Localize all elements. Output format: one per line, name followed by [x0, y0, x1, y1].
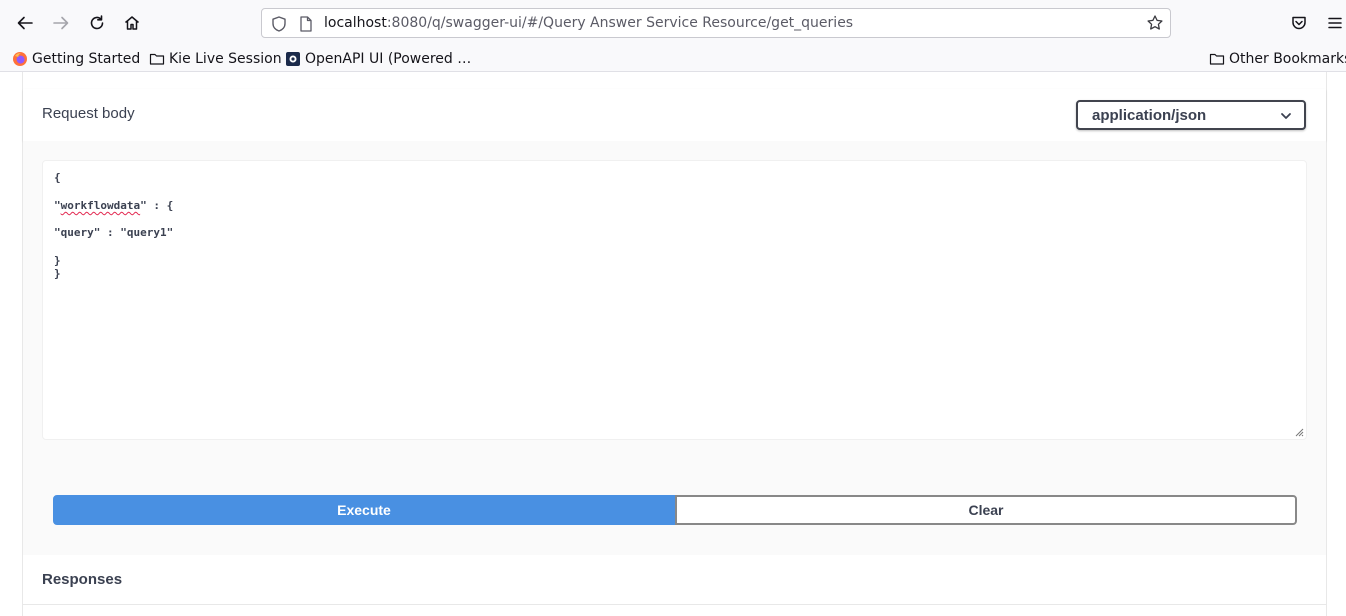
- code-line: }: [54, 254, 61, 267]
- folder-icon: [149, 51, 165, 67]
- code-line: "query" : "query1": [54, 226, 174, 239]
- code-line: {: [54, 171, 61, 184]
- spellcheck-word: workflowdata: [60, 199, 141, 212]
- reload-button[interactable]: [83, 9, 111, 37]
- folder-icon: [1209, 51, 1225, 67]
- browser-toolbar: localhost:8080/q/swagger-ui/#/Query Answ…: [0, 0, 1346, 45]
- hamburger-icon: [1328, 17, 1342, 29]
- content-type-select[interactable]: application/json: [1076, 100, 1306, 130]
- firefox-icon: [12, 51, 28, 67]
- arrow-right-icon: [53, 16, 69, 30]
- other-bookmarks-label: Other Bookmarks: [1229, 51, 1346, 67]
- shield-icon[interactable]: [270, 15, 288, 33]
- openapi-icon: [285, 51, 301, 67]
- code-line: "workflowdata" : {: [54, 199, 174, 212]
- bookmark-label: OpenAPI UI (Powered …: [305, 51, 472, 67]
- responses-header: Responses: [23, 555, 1326, 605]
- bookmark-getting-started[interactable]: Getting Started: [12, 49, 140, 69]
- resize-grip-icon[interactable]: [1294, 427, 1304, 437]
- url-host: localhost: [324, 15, 387, 31]
- bookmark-label: Getting Started: [32, 51, 141, 67]
- other-bookmarks[interactable]: Other Bookmarks: [1209, 49, 1346, 69]
- forward-button[interactable]: [47, 9, 75, 37]
- arrow-left-icon: [17, 16, 33, 30]
- menu-button[interactable]: [1321, 9, 1346, 37]
- content-type-value: application/json: [1092, 107, 1207, 124]
- operation-block: Request body application/json { "workflo…: [22, 72, 1327, 616]
- responses-title: Responses: [42, 571, 123, 588]
- request-body-header: Request body application/json: [23, 89, 1326, 141]
- page-icon[interactable]: [298, 15, 314, 33]
- pocket-button[interactable]: [1285, 9, 1313, 37]
- bookmark-label: Kie Live Session: [169, 51, 282, 67]
- url-path: :8080/q/swagger-ui/#/Query Answer Servic…: [386, 15, 854, 31]
- pocket-icon: [1292, 16, 1306, 30]
- address-bar[interactable]: localhost:8080/q/swagger-ui/#/Query Answ…: [261, 8, 1171, 38]
- code-line: }: [54, 267, 61, 280]
- home-button[interactable]: [118, 9, 146, 37]
- url-text[interactable]: localhost:8080/q/swagger-ui/#/Query Answ…: [324, 15, 853, 31]
- back-button[interactable]: [11, 9, 39, 37]
- page-content: Request body application/json { "workflo…: [0, 72, 1346, 616]
- bookmark-openapi-ui[interactable]: OpenAPI UI (Powered …: [285, 49, 471, 69]
- request-body-textarea[interactable]: { "workflowdata" : { "query" : "query1" …: [42, 160, 1307, 440]
- request-body-title: Request body: [42, 105, 135, 122]
- execute-button-group: Execute Clear: [53, 495, 1297, 525]
- bookmark-kie-live-session[interactable]: Kie Live Session: [149, 49, 282, 69]
- execute-button[interactable]: Execute: [53, 495, 675, 525]
- star-icon[interactable]: [1146, 14, 1164, 32]
- home-icon: [125, 16, 139, 30]
- reload-icon: [90, 15, 104, 30]
- bookmarks-bar: Getting Started Kie Live Session OpenAPI…: [0, 45, 1346, 72]
- chevron-down-icon: [1281, 113, 1291, 119]
- clear-button[interactable]: Clear: [675, 495, 1297, 525]
